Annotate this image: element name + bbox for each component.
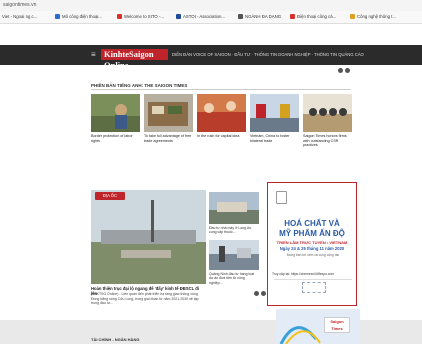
article-thumbnail[interactable]	[197, 94, 246, 132]
article-caption[interactable]: In the rush for capital idea	[197, 134, 246, 139]
feature-summary: (TBKTSG Online) - Liên quan đến phát tri…	[91, 292, 199, 305]
bookmark-item[interactable]: Welcome to SITO -...	[117, 14, 164, 19]
address-bar-url[interactable]: saigontimes.vn	[3, 2, 36, 8]
ad-subtitle: TRIỂN LÃM TRỰC TUYẾN • VIETNAM	[276, 240, 348, 245]
bookmark-label: Điện thoại công cả...	[297, 14, 337, 19]
bookmark-item[interactable]: Viet - Ngoai ng c...	[2, 14, 37, 19]
article-thumbnail[interactable]	[91, 94, 140, 132]
feature-photo	[91, 190, 206, 284]
article-thumbnail[interactable]	[144, 94, 193, 132]
bookmark-item[interactable]: Công nghệ thông t...	[350, 14, 396, 19]
main-nav[interactable]: DIỄN ĐÀN VOICE OF SAIGON · ĐẦU TƯ · THỐN…	[172, 52, 364, 57]
bookmark-favicon-icon	[350, 14, 355, 19]
bookmark-favicon-icon	[238, 14, 243, 19]
divider	[274, 279, 352, 280]
divider	[91, 89, 351, 90]
bookmark-label: NGÀNH ĐA DẠNG	[245, 14, 282, 19]
thumbnail-image	[197, 94, 246, 132]
bookmark-item[interactable]: Điện thoại công cả...	[290, 14, 336, 19]
carousel-controls	[338, 68, 350, 73]
side-article-thumbnail[interactable]	[209, 192, 259, 224]
thumbnail-image	[209, 240, 259, 270]
site-header: ≡ KinhteSaigon Online DIỄN ĐÀN VOICE OF …	[0, 45, 422, 70]
ad-banner[interactable]: HOÁ CHẤT VÀ MỸ PHẨM ẤN ĐỘ TRIỂN LÃM TRỰC…	[267, 182, 357, 306]
side-article-caption[interactable]: Quảng Ninh đầu tư hàng loạt dự án đưa ti…	[209, 272, 259, 285]
thumbnail-image	[91, 94, 140, 132]
side-article-thumbnail[interactable]	[209, 240, 259, 270]
bookmark-item[interactable]: NGÀNH ĐA DẠNG	[238, 14, 281, 19]
category-tag[interactable]: ĐỊA ỐC	[95, 192, 125, 200]
bookmark-item[interactable]: Mô công điện thoại...	[55, 14, 102, 19]
thumbnail-image	[209, 192, 259, 224]
saigon-times-logo: Saigon Times	[324, 317, 350, 333]
next-arrow-icon[interactable]	[345, 68, 350, 73]
bookmark-favicon-icon	[55, 14, 60, 19]
bookmark-favicon-icon	[176, 14, 181, 19]
web-page: ≡ KinhteSaigon Online DIỄN ĐÀN VOICE OF …	[0, 24, 422, 344]
site-logo[interactable]: KinhteSaigon Online	[101, 49, 168, 70]
ad-banner-secondary[interactable]: Saigon Times	[276, 309, 360, 344]
thumbnail-image	[144, 94, 193, 132]
article-caption[interactable]: To take full advantage of free trade agr…	[144, 134, 193, 143]
thumbnail-image	[303, 94, 352, 132]
hamburger-icon[interactable]: ≡	[91, 50, 98, 59]
bookmark-favicon-icon	[290, 14, 295, 19]
article-caption[interactable]: Vietnam, China to foster bilateral trade	[250, 134, 299, 143]
ad-tagline: Mong bạn tới xem và cùng cộng tác	[286, 253, 340, 257]
thumbnail-image	[250, 94, 299, 132]
section-title[interactable]: PHIÊN BẢN TIẾNG ANH: THE SAIGON TIMES	[91, 83, 187, 88]
ad-sponsor-logos	[302, 282, 326, 293]
carousel-controls	[254, 291, 266, 296]
browser-window: saigontimes.vn Viet - Ngoai ng c... Mô c…	[0, 0, 422, 344]
ad-date: Ngày 24 & 25 tháng 11 năm 2020	[279, 246, 345, 251]
ad-headline-line1: HOÁ CHẤT VÀ	[284, 219, 340, 228]
next-arrow-icon[interactable]	[261, 291, 266, 296]
bookmark-favicon-icon	[117, 14, 122, 19]
section-title[interactable]: TÀI CHÍNH - NGÂN HÀNG	[91, 337, 139, 342]
bookmark-item[interactable]: ASTOI - Association...	[176, 14, 225, 19]
article-thumbnail[interactable]	[303, 94, 352, 132]
bookmark-label: Công nghệ thông t...	[357, 14, 396, 19]
bookmark-label: Viet - Ngoai ng c...	[2, 14, 38, 19]
bookmark-label: ASTOI - Association...	[183, 14, 225, 19]
ad-headline-line2: MỸ PHẨM ẤN ĐỘ	[279, 229, 345, 238]
bookmarks-bar: Viet - Ngoai ng c... Mô công điện thoại.…	[0, 11, 422, 24]
article-caption[interactable]: Saigon Times honors firms with outstandi…	[303, 134, 352, 148]
article-caption[interactable]: Border protection of labor rights	[91, 134, 140, 143]
bookmark-label: Mô công điện thoại...	[62, 14, 102, 19]
feature-image[interactable]	[91, 190, 206, 284]
bookmark-label: Welcome to SITO -...	[124, 14, 164, 19]
prev-arrow-icon[interactable]	[254, 291, 259, 296]
prev-arrow-icon[interactable]	[338, 68, 343, 73]
emblem-icon	[276, 191, 287, 204]
article-thumbnail[interactable]	[250, 94, 299, 132]
side-article-caption[interactable]: Đầu tư nhà máy ở Long An, cung cấp thuốc…	[209, 226, 259, 235]
ad-register-link[interactable]: Truy cập tại: https://chemexcil.tiffexpo…	[272, 272, 354, 276]
